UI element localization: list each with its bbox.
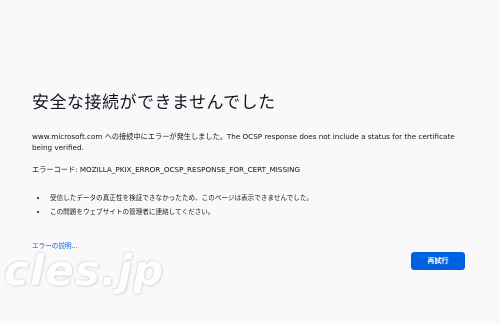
error-code: エラーコード: MOZILLA_PKIX_ERROR_OCSP_RESPONSE… xyxy=(32,165,301,174)
error-description: www.microsoft.com への接続中にエラーが発生しました。The O… xyxy=(32,132,455,152)
suggestion-item: この問題をウェブサイトの管理者に連絡してください。 xyxy=(48,205,472,219)
retry-button[interactable]: 再試行 xyxy=(411,252,465,270)
watermark-logo: cles.jp xyxy=(4,246,165,295)
suggestion-list: 受信したデータの真正性を検証できなかったため、このページは表示できませんでした。… xyxy=(32,191,472,219)
error-content: 安全な接続ができませんでした www.microsoft.com への接続中にエ… xyxy=(32,88,472,252)
page-title: 安全な接続ができませんでした xyxy=(32,93,276,113)
suggestion-item: 受信したデータの真正性を検証できなかったため、このページは表示できませんでした。 xyxy=(48,191,472,205)
error-page: 安全な接続ができませんでした www.microsoft.com への接続中にエ… xyxy=(0,0,500,324)
